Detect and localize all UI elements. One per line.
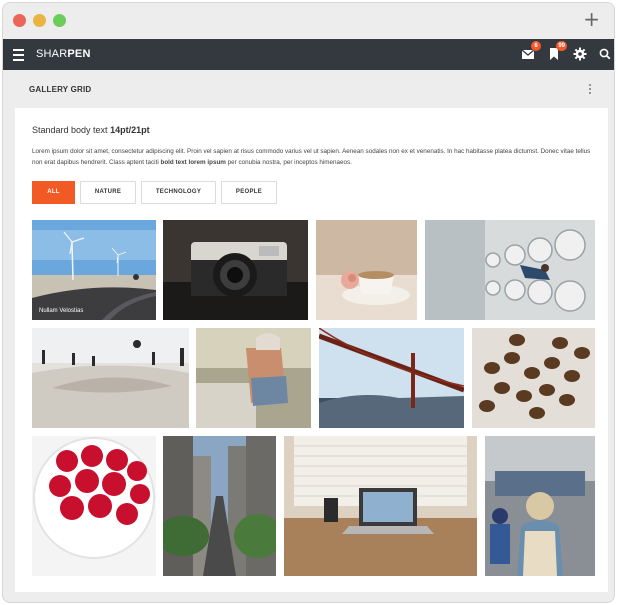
brand-bold: PEN	[67, 48, 91, 60]
gallery-image-street-crowd[interactable]	[485, 436, 595, 576]
browser-window: + SHARPEN 6 99 GALLERY GRID Standard bod…	[2, 2, 615, 603]
tile-caption: Nullam Velostias	[39, 308, 84, 314]
bookmark-icon[interactable]: 99	[546, 41, 567, 62]
gallery-image-coffee-beans[interactable]	[472, 328, 595, 428]
heading-bold: 14pt/21pt	[110, 125, 150, 135]
filter-nature[interactable]: NATURE	[80, 181, 136, 204]
brand-logo[interactable]: SHARPEN	[36, 48, 91, 60]
mail-icon[interactable]: 6	[520, 41, 541, 62]
content-card: Standard body text 14pt/21pt Lorem ipsum…	[15, 108, 608, 592]
filter-people[interactable]: PEOPLE	[221, 181, 277, 204]
gallery-image-raspberries[interactable]	[32, 436, 156, 576]
gallery-image-camera[interactable]	[163, 220, 308, 320]
more-vertical-icon[interactable]	[588, 84, 592, 96]
mail-badge: 6	[531, 41, 541, 51]
gallery-image-laundromat[interactable]	[425, 220, 595, 320]
hamburger-icon[interactable]	[13, 49, 24, 61]
page-header: GALLERY GRID	[3, 70, 614, 108]
title-bar: +	[3, 3, 614, 39]
bookmark-badge: 99	[556, 41, 567, 51]
plus-icon[interactable]: +	[583, 9, 600, 29]
gallery-image-wind-turbines[interactable]: Nullam Velostias	[32, 220, 156, 320]
app-bar: SHARPEN 6 99	[3, 39, 614, 70]
gallery-image-city-street[interactable]	[163, 436, 276, 576]
filter-technology[interactable]: TECHNOLOGY	[141, 181, 216, 204]
body-text-bold: bold text lorem ipsum	[160, 158, 226, 166]
gallery-image-coffee-cup[interactable]	[316, 220, 417, 320]
maximize-window-button[interactable]	[53, 14, 66, 27]
gear-icon[interactable]	[572, 46, 588, 62]
close-window-button[interactable]	[13, 14, 26, 27]
search-icon[interactable]	[597, 46, 613, 62]
minimize-window-button[interactable]	[33, 14, 46, 27]
heading-plain: Standard body text	[32, 125, 111, 135]
body-text-2: per conubia nostra, per inceptos himenae…	[225, 158, 352, 166]
body-paragraph: Lorem ipsum dolor sit amet, consectetur …	[32, 147, 592, 168]
brand-light: SHAR	[36, 48, 68, 60]
gallery-image-skatepark[interactable]	[32, 328, 189, 428]
body-heading: Standard body text 14pt/21pt	[32, 125, 150, 135]
gallery-image-woman-by-car[interactable]	[196, 328, 311, 428]
gallery-image-golden-gate-bridge[interactable]	[319, 328, 464, 428]
filter-all[interactable]: ALL	[32, 181, 75, 204]
page-title: GALLERY GRID	[29, 85, 92, 94]
gallery-image-laptop-desk[interactable]	[284, 436, 477, 576]
